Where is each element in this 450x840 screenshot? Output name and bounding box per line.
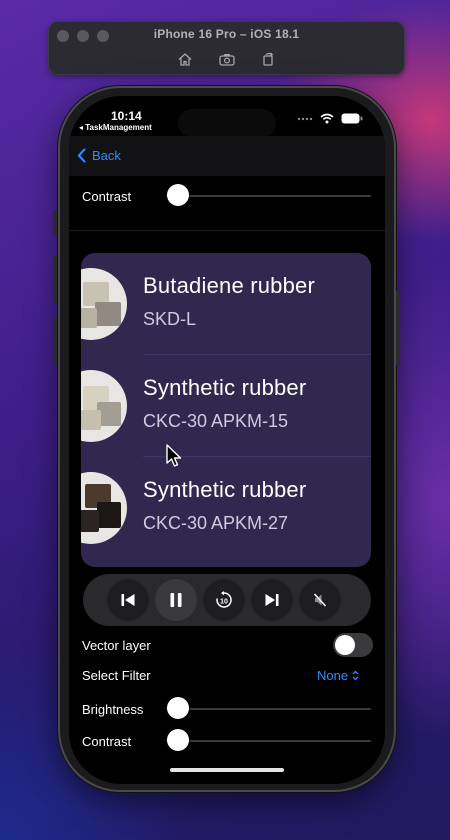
skip-back-button[interactable] [107, 579, 149, 621]
navigation-bar: Back [69, 136, 385, 176]
action-button [53, 210, 57, 236]
cellular-signal-icon [297, 117, 313, 120]
player-controls: 10 [83, 574, 371, 626]
material-thumbnail [81, 268, 127, 340]
vector-layer-row: Vector layer [82, 635, 372, 655]
replay-10-button[interactable]: 10 [203, 579, 245, 621]
screenshot-icon[interactable] [218, 50, 236, 68]
home-icon[interactable] [176, 50, 194, 68]
dynamic-island [178, 109, 276, 137]
contrast-slider-top[interactable] [166, 195, 371, 197]
mute-button[interactable] [299, 579, 341, 621]
material-title: Synthetic rubber [143, 477, 307, 502]
replay-10-icon: 10 [216, 591, 232, 608]
material-title: Synthetic rubber [143, 375, 307, 400]
mouse-cursor-icon [166, 444, 182, 467]
skip-forward-icon [265, 594, 279, 606]
back-button[interactable]: Back [77, 148, 121, 163]
toggle-knob [335, 635, 355, 655]
volume-up-button [53, 256, 57, 304]
list-item[interactable]: Butadiene rubber SKD-L [81, 253, 371, 355]
skip-back-icon [121, 594, 135, 606]
material-subtitle: CKC-30 APKM-15 [143, 411, 289, 431]
material-thumbnail [81, 472, 127, 544]
back-button-label: Back [92, 148, 121, 163]
home-indicator[interactable] [170, 768, 284, 772]
rotate-icon[interactable] [260, 50, 278, 68]
chevron-up-down-icon [352, 670, 359, 681]
brightness-slider[interactable] [166, 708, 371, 710]
simulator-title: iPhone 16 Pro – iOS 18.1 [153, 27, 300, 41]
pause-button[interactable] [155, 579, 197, 621]
contrast-slider-thumb[interactable] [167, 729, 189, 751]
status-time: 10:14 [111, 109, 142, 123]
contrast-slider[interactable] [166, 740, 371, 742]
wifi-icon [320, 113, 334, 124]
mute-icon [313, 593, 327, 607]
contrast-label-top: Contrast [82, 188, 132, 204]
brightness-label: Brightness [82, 701, 144, 717]
vector-layer-toggle[interactable] [333, 633, 373, 657]
list-item[interactable]: Synthetic rubber CKC-30 APKM-27 [81, 457, 371, 559]
filter-select[interactable]: None [317, 668, 359, 683]
material-title: Butadiene rubber [143, 273, 315, 298]
materials-list[interactable]: Butadiene rubber SKD-L Synthetic rubber … [81, 253, 371, 567]
chevron-left-icon [77, 148, 86, 163]
contrast-slider-top-thumb[interactable] [167, 184, 189, 206]
select-filter-label: Select Filter [82, 667, 151, 683]
back-to-app-link[interactable]: ◂ TaskManagement [79, 123, 152, 132]
filter-select-value: None [317, 668, 349, 683]
device-screen: 10:14 ◂ TaskManagement Back Contrast But… [69, 96, 385, 784]
pause-icon [170, 593, 182, 607]
skip-forward-button[interactable] [251, 579, 293, 621]
list-item[interactable]: Synthetic rubber CKC-30 APKM-15 [81, 355, 371, 457]
section-divider [69, 230, 385, 231]
simulator-toolbar: iPhone 16 Pro – iOS 18.1 [48, 21, 405, 75]
replay-seconds: 10 [220, 599, 228, 606]
brightness-slider-thumb[interactable] [167, 697, 189, 719]
status-indicators [297, 113, 363, 124]
material-subtitle: CKC-30 APKM-27 [143, 513, 289, 533]
side-button [396, 290, 400, 366]
material-subtitle: SKD-L [143, 309, 197, 329]
volume-down-button [53, 318, 57, 366]
vector-layer-label: Vector layer [82, 637, 151, 653]
battery-icon [341, 113, 363, 124]
contrast-label: Contrast [82, 733, 132, 749]
material-thumbnail [81, 370, 127, 442]
